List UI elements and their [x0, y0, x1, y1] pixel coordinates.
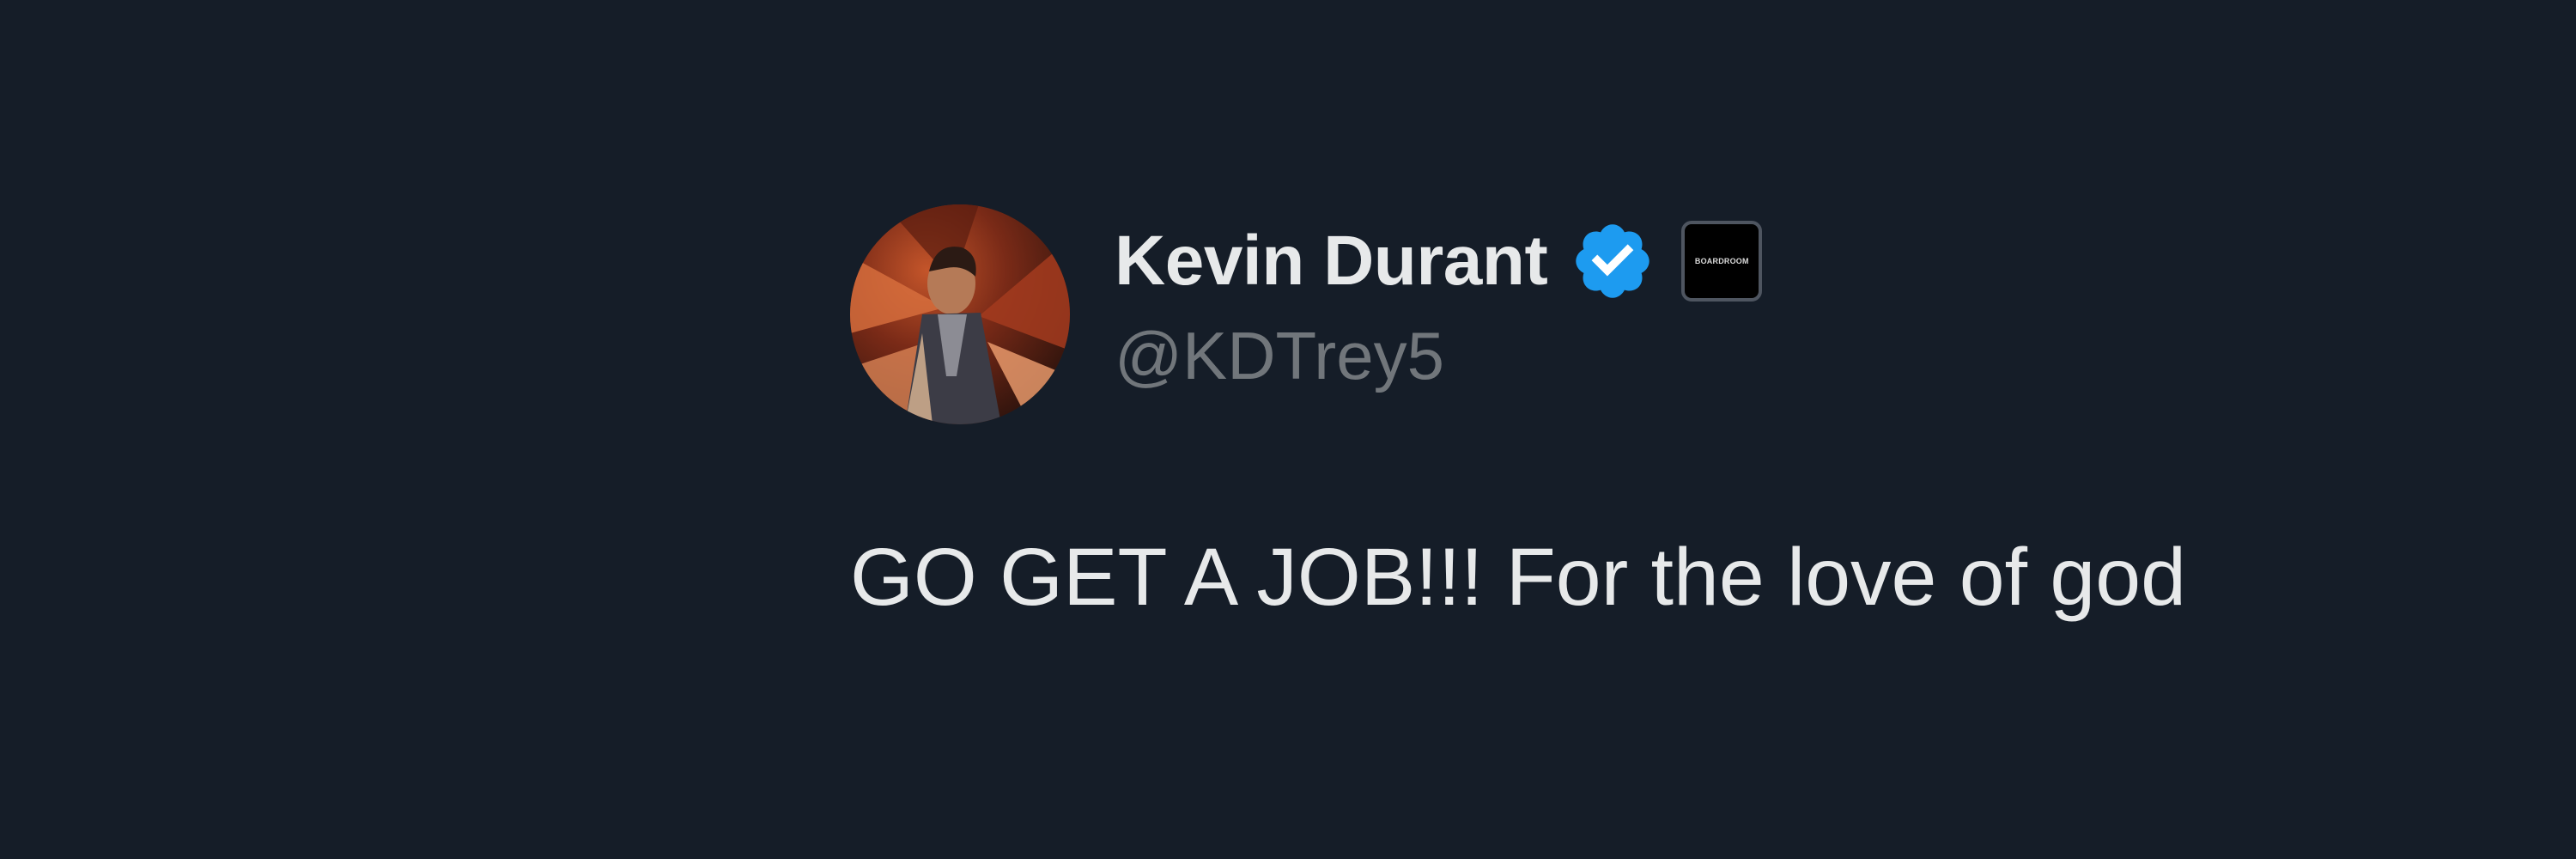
verified-badge-icon[interactable] [1570, 218, 1656, 304]
tweet-body-text: GO GET A JOB!!! For the love of god [850, 532, 2186, 623]
author-name-row: Kevin Durant BOARDROOM [1115, 218, 1763, 304]
tweet-card: Kevin Durant BOARDROOM @KDTrey5 GO GET A… [850, 204, 2396, 651]
affiliate-badge-label: BOARDROOM [1694, 257, 1749, 265]
author-display-name[interactable]: Kevin Durant [1115, 218, 1548, 304]
avatar-image [850, 204, 1070, 424]
profile-avatar[interactable] [850, 204, 1070, 424]
author-handle[interactable]: @KDTrey5 [1115, 313, 1444, 399]
screenshot-canvas: Kevin Durant BOARDROOM @KDTrey5 GO GET A… [0, 0, 2576, 859]
affiliate-badge-icon[interactable]: BOARDROOM [1681, 221, 1763, 302]
